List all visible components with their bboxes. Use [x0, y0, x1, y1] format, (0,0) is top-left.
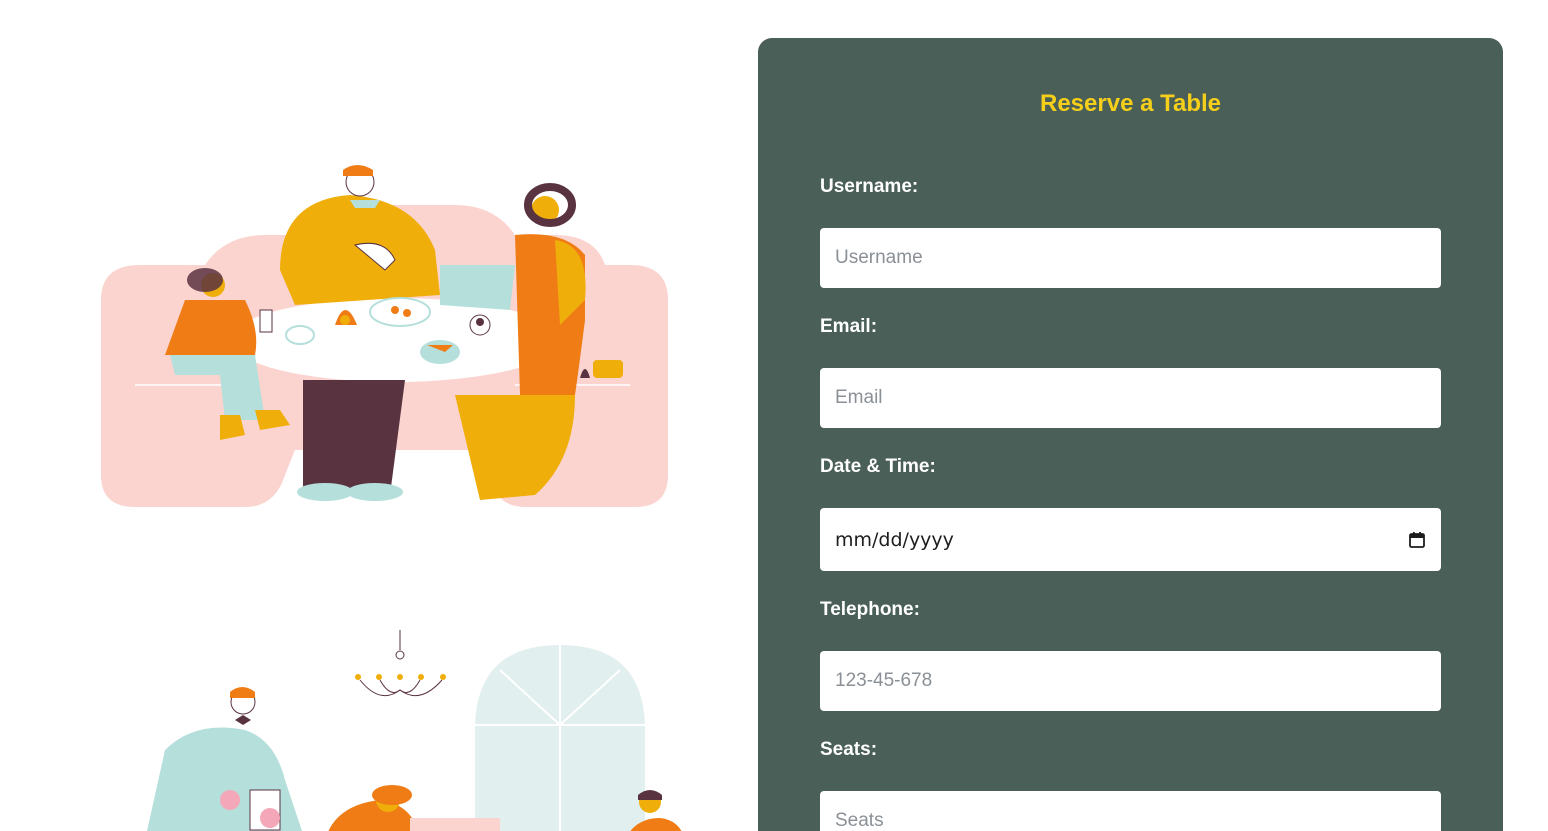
- family-dining-illustration: [101, 165, 668, 507]
- form-title: Reserve a Table: [1040, 90, 1221, 117]
- email-label: Email:: [820, 316, 878, 337]
- seats-label: Seats:: [820, 739, 878, 760]
- datetime-placeholder: mm/dd/yyyy: [835, 528, 954, 551]
- restaurant-scene-illustration: [147, 630, 682, 831]
- telephone-input[interactable]: [820, 651, 1441, 711]
- username-label: Username:: [820, 176, 919, 197]
- username-input[interactable]: [820, 228, 1441, 288]
- calendar-icon[interactable]: [1408, 531, 1426, 549]
- page: Reserve a Table Username: Email: Date & …: [0, 0, 1548, 831]
- seats-input[interactable]: [820, 791, 1441, 831]
- email-input[interactable]: [820, 368, 1441, 428]
- reservation-form: Reserve a Table Username: Email: Date & …: [758, 38, 1503, 831]
- datetime-label: Date & Time:: [820, 456, 936, 477]
- datetime-input[interactable]: mm/dd/yyyy: [820, 508, 1441, 571]
- telephone-label: Telephone:: [820, 599, 920, 620]
